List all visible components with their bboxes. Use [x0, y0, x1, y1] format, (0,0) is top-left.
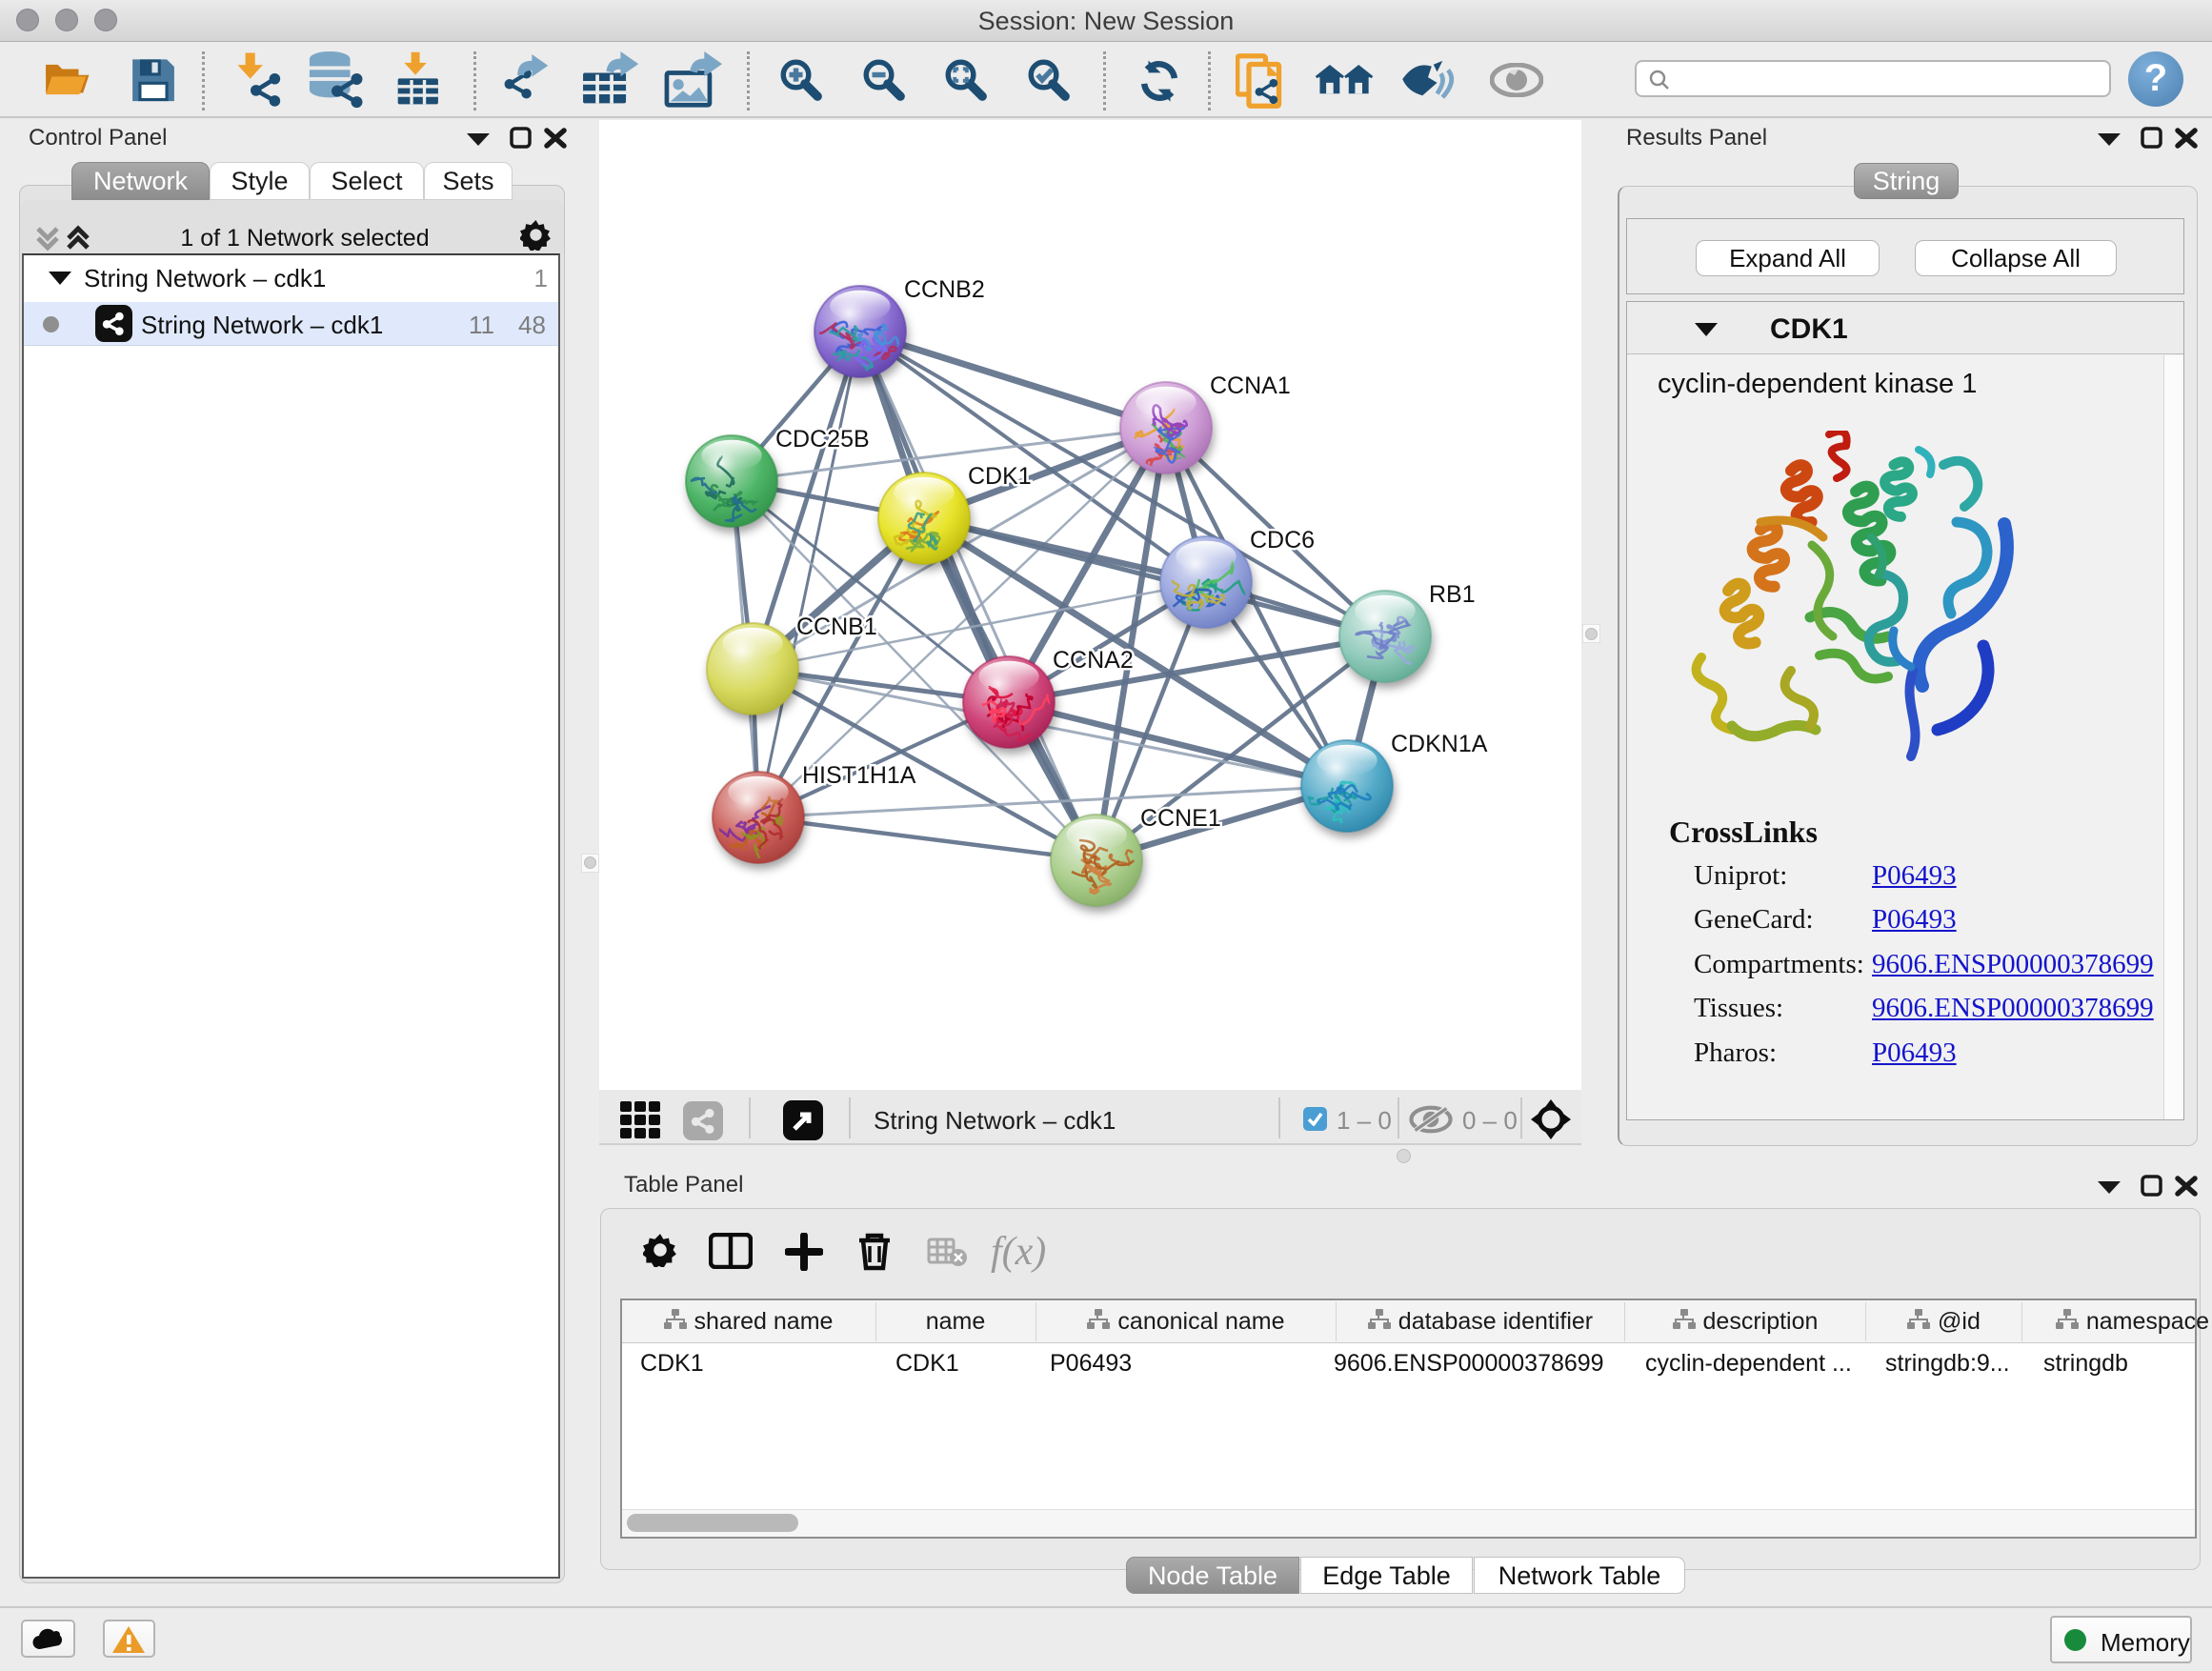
- svg-text:CCNB1: CCNB1: [796, 614, 877, 640]
- svg-text:CCNA2: CCNA2: [1053, 647, 1134, 674]
- svg-text:CCNA1: CCNA1: [1210, 372, 1291, 399]
- svg-text:RB1: RB1: [1429, 581, 1476, 608]
- svg-text:CDC6: CDC6: [1250, 527, 1315, 554]
- svg-text:CDK1: CDK1: [968, 463, 1032, 490]
- svg-text:CCNE1: CCNE1: [1140, 805, 1221, 832]
- svg-text:HIST1H1A: HIST1H1A: [802, 762, 916, 789]
- svg-text:CCNB2: CCNB2: [904, 276, 985, 303]
- svg-text:CDKN1A: CDKN1A: [1391, 731, 1488, 757]
- svg-text:CDC25B: CDC25B: [775, 426, 870, 453]
